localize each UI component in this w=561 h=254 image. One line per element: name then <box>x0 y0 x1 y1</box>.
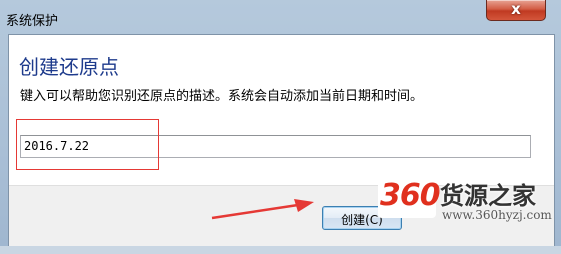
window-title: 系统保护 <box>6 14 59 29</box>
watermark-site-name: 货源之家 <box>440 182 536 210</box>
title-bar: 系统保护 x <box>0 0 561 34</box>
watermark-url: www.360hyzj.com <box>442 208 552 222</box>
annotation-arrow <box>211 199 314 220</box>
close-button[interactable]: x <box>486 0 546 21</box>
close-icon: x <box>511 0 521 18</box>
watermark-logo-number: 360 <box>380 178 441 213</box>
watermark: 360 货源之家 www.360hyzj.com <box>378 172 561 232</box>
annotation-highlight-box <box>16 119 159 170</box>
dialog-description: 键入可以帮助您识别还原点的描述。系统会自动添加当前日期和时间。 <box>20 89 424 104</box>
watermark-logo-badge: 360 <box>378 174 441 218</box>
underlying-window-strip <box>0 246 561 254</box>
dialog-heading: 创建还原点 <box>19 55 119 79</box>
